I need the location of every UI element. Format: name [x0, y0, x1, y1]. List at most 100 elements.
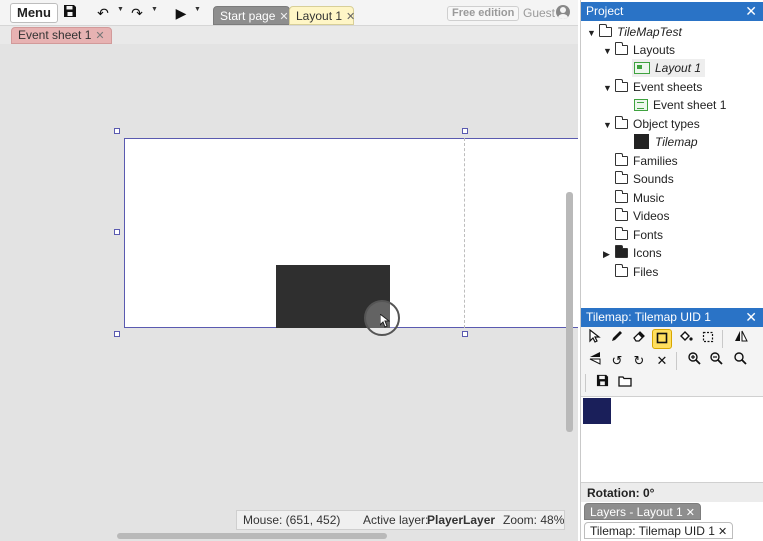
- tab-label: Event sheet 1: [18, 28, 92, 42]
- tree-item-fonts[interactable]: Fonts: [615, 226, 663, 244]
- layout-editor: Menu ↶ ▼ ↷ ▼ ▶ ▼ Start page ✕ Layout 1 ✕ F…: [0, 0, 578, 541]
- close-icon[interactable]: ✕: [718, 526, 727, 538]
- horizontal-scrollbar[interactable]: [117, 533, 387, 539]
- play-dropdown-icon[interactable]: ▼: [194, 6, 201, 13]
- zoom-reset-icon[interactable]: [730, 351, 750, 371]
- close-icon[interactable]: ✕: [279, 11, 288, 23]
- undo-dropdown-icon[interactable]: ▼: [117, 6, 124, 13]
- user-icon[interactable]: [556, 5, 570, 19]
- folder-icon: [599, 24, 612, 37]
- tree-item-layouts[interactable]: ▼ Layouts: [603, 41, 675, 59]
- expand-arrow-icon[interactable]: ▼: [587, 24, 599, 42]
- tree-item-label: TileMapTest: [617, 25, 682, 39]
- selection-tool-icon[interactable]: [698, 329, 718, 349]
- folder-icon: [615, 153, 628, 166]
- main-toolbar: Menu ↶ ▼ ↷ ▼ ▶ ▼ Start page ✕ Layout 1 ✕ F…: [0, 0, 578, 26]
- rotate-ccw-icon[interactable]: ↺: [607, 351, 627, 371]
- layout-icon: [634, 62, 650, 74]
- flip-icon[interactable]: [585, 351, 605, 371]
- resize-handle[interactable]: [462, 128, 468, 134]
- close-icon[interactable]: ✕: [686, 507, 695, 519]
- save-icon[interactable]: [61, 4, 79, 22]
- tree-item-label: Fonts: [633, 228, 664, 242]
- folder-icon: [615, 190, 628, 203]
- pencil-tool-icon[interactable]: [607, 329, 627, 349]
- folder-icon: [615, 116, 628, 129]
- subtab-row: Event sheet 1 ✕: [0, 26, 578, 44]
- panel-title: Tilemap: Tilemap UID 1: [586, 310, 711, 324]
- menu-button[interactable]: Menu: [10, 3, 58, 23]
- tree-item-files[interactable]: Files: [615, 263, 658, 281]
- active-layer-value: PlayerLayer: [427, 513, 496, 527]
- tilemap-icon: [634, 134, 649, 149]
- save-icon[interactable]: [592, 373, 612, 393]
- eraser-tool-icon[interactable]: [629, 329, 649, 349]
- close-icon[interactable]: ✕: [95, 30, 104, 42]
- expand-arrow-icon[interactable]: ▼: [603, 42, 615, 60]
- right-panels: Project ✕ ▼ TileMapTest ▼ Layouts Layout 1…: [580, 0, 763, 541]
- fill-bucket-icon[interactable]: [676, 329, 696, 349]
- tab-layers[interactable]: Layers - Layout 1 ✕: [584, 503, 701, 520]
- tab-tilemap-bar[interactable]: Tilemap: Tilemap UID 1 ✕: [584, 522, 734, 539]
- close-icon[interactable]: ✕: [745, 308, 757, 327]
- redo-icon[interactable]: ↷: [128, 4, 146, 22]
- toolbar-separator: [676, 352, 677, 370]
- tab-label: Layout 1: [296, 9, 343, 23]
- zoom-in-icon[interactable]: [684, 351, 704, 371]
- resize-handle[interactable]: [114, 229, 120, 235]
- mouse-pointer-icon: [380, 314, 390, 328]
- tree-item-root[interactable]: ▼ TileMapTest: [587, 23, 682, 41]
- tree-item-label: Videos: [633, 209, 670, 223]
- active-layer-label: Active layer:: [363, 513, 429, 527]
- folder-icon: [615, 227, 628, 240]
- pointer-tool-icon[interactable]: [585, 328, 605, 349]
- redo-dropdown-icon[interactable]: ▼: [151, 6, 158, 13]
- resize-handle[interactable]: [114, 128, 120, 134]
- tree-item-tilemap[interactable]: Tilemap: [634, 133, 698, 151]
- tab-start-page[interactable]: Start page ✕: [213, 6, 290, 25]
- zoom-out-icon[interactable]: [706, 351, 726, 371]
- tree-item-event-sheets[interactable]: ▼ Event sheets: [603, 78, 702, 96]
- tree-item-event-sheet-1[interactable]: Event sheet 1: [634, 96, 726, 114]
- tree-item-label: Music: [633, 191, 665, 205]
- close-icon[interactable]: ✕: [346, 11, 355, 23]
- expand-arrow-icon[interactable]: ▶: [603, 245, 615, 263]
- reset-icon[interactable]: ✕: [652, 351, 672, 371]
- tree-item-label: Event sheet 1: [653, 98, 727, 112]
- project-panel-header: Project ✕: [581, 2, 763, 21]
- tree-item-label: Icons: [633, 246, 662, 260]
- rotate-cw-icon[interactable]: ↻: [629, 351, 649, 371]
- mirror-icon[interactable]: [731, 329, 751, 349]
- tree-item-label: Layouts: [633, 43, 676, 57]
- resize-handle[interactable]: [462, 331, 468, 337]
- tab-label: Layers - Layout 1: [590, 505, 683, 519]
- tab-layout-1[interactable]: Layout 1 ✕: [289, 6, 355, 25]
- undo-icon[interactable]: ↶: [94, 4, 112, 22]
- layout-canvas[interactable]: [0, 44, 578, 541]
- tree-item-object-types[interactable]: ▼ Object types: [603, 115, 700, 133]
- tree-item-videos[interactable]: Videos: [615, 207, 669, 225]
- tab-event-sheet-1[interactable]: Event sheet 1 ✕: [11, 27, 112, 44]
- rectangle-tool-icon[interactable]: [652, 329, 672, 349]
- tree-item-music[interactable]: Music: [615, 189, 664, 207]
- zoom-level: Zoom: 48%: [503, 513, 565, 527]
- vertical-scrollbar[interactable]: [566, 192, 573, 432]
- tree-item-sounds[interactable]: Sounds: [615, 170, 674, 188]
- tree-item-label: Event sheets: [633, 80, 703, 94]
- tree-item-icons[interactable]: ▶ Icons: [603, 244, 662, 262]
- guest-label[interactable]: Guest: [523, 6, 555, 20]
- viewport-guide: [464, 138, 465, 328]
- mouse-position: Mouse: (651, 452): [243, 513, 341, 527]
- tileset-preview[interactable]: [583, 398, 611, 424]
- play-icon[interactable]: ▶: [172, 4, 190, 22]
- close-icon[interactable]: ✕: [745, 2, 757, 21]
- expand-arrow-icon[interactable]: ▼: [603, 116, 615, 134]
- tree-item-label: Tilemap: [655, 135, 698, 149]
- free-edition-badge[interactable]: Free edition: [447, 6, 520, 21]
- resize-handle[interactable]: [114, 331, 120, 337]
- open-folder-icon[interactable]: [615, 373, 635, 393]
- tree-item-layout-1[interactable]: Layout 1: [632, 59, 706, 77]
- tree-item-families[interactable]: Families: [615, 152, 678, 170]
- expand-arrow-icon[interactable]: ▼: [603, 79, 615, 97]
- tree-item-label: Files: [633, 265, 659, 279]
